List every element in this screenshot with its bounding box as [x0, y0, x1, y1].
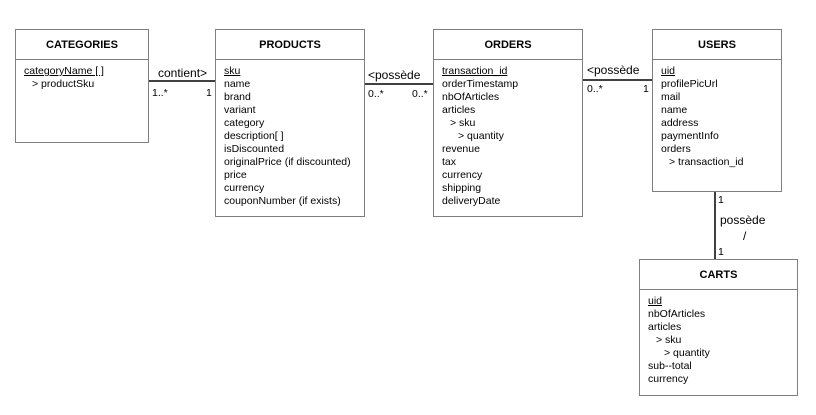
attribute: profilePicUrl: [661, 78, 718, 90]
attribute: originalPrice (if discounted): [224, 156, 351, 168]
entity-title: CARTS: [640, 260, 797, 290]
attribute: > sku: [450, 117, 476, 129]
attribute-list: transaction_id orderTimestamp nbOfArticles…: [434, 60, 582, 208]
attribute: name: [661, 104, 688, 116]
relation-label-contient: contient>: [158, 66, 208, 80]
attribute: nbOfArticles: [648, 308, 706, 320]
attribute: tax: [442, 156, 457, 168]
attribute: price: [224, 169, 247, 181]
entity-title: ORDERS: [434, 30, 582, 60]
multiplicity-categories-side: 1..*: [152, 87, 168, 99]
primary-key-attribute: transaction_id: [442, 65, 508, 77]
attribute: currency: [224, 182, 265, 194]
entity-orders: ORDERS transaction_id orderTimestamp nbOfA…: [433, 29, 583, 217]
multiplicity-products-orders-right: 0..*: [412, 88, 428, 100]
attribute: description[ ]: [224, 130, 284, 142]
attribute: address: [661, 117, 699, 129]
attribute: orders: [661, 143, 691, 155]
attribute: category: [224, 117, 265, 129]
multiplicity-users-carts-top: 1: [718, 194, 724, 206]
entity-categories: CATEGORIES categoryName [ ] > productSku: [15, 29, 149, 143]
attribute-list: uid nbOfArticles articles > sku > quantity su…: [640, 290, 797, 386]
multiplicity-users-side: 1: [643, 83, 649, 95]
primary-key-attribute: categoryName [ ]: [24, 65, 104, 77]
entity-title: CATEGORIES: [16, 30, 148, 60]
attribute: shipping: [442, 182, 482, 194]
primary-key-attribute: uid: [661, 65, 676, 77]
entity-users: USERS uid profilePicUrl mail name address pay…: [652, 29, 782, 192]
entity-products: PRODUCTS sku name brand variant category desc…: [215, 29, 365, 217]
attribute: mail: [661, 91, 681, 103]
relation-label-possede-carts: possède: [720, 213, 766, 227]
attribute: name: [224, 78, 251, 90]
attribute: sub--total: [648, 360, 692, 372]
attribute: articles: [648, 321, 682, 333]
attribute: revenue: [442, 143, 480, 155]
attribute: articles: [442, 104, 476, 116]
attribute: > quantity: [458, 130, 504, 142]
entity-carts: CARTS uid nbOfArticles articles > sku > quan…: [639, 259, 798, 396]
relation-label-slash: /: [743, 229, 747, 243]
attribute: isDiscounted: [224, 143, 285, 155]
relation-label-possede-orders: <possède: [368, 68, 421, 82]
primary-key-attribute: sku: [224, 65, 241, 77]
entity-title: PRODUCTS: [216, 30, 364, 60]
attribute: orderTimestamp: [442, 78, 519, 90]
entity-title: USERS: [653, 30, 781, 60]
attribute: paymentInfo: [661, 130, 719, 142]
multiplicity-users-carts-bottom: 1: [718, 246, 724, 258]
multiplicity-products-orders-left: 0..*: [368, 88, 384, 100]
attribute: currency: [648, 373, 689, 385]
attribute-list: uid profilePicUrl mail name address paymentIn…: [653, 60, 781, 169]
uml-diagram: CATEGORIES categoryName [ ] > productSku …: [0, 0, 816, 415]
relation-label-possede-users: <possède: [587, 63, 640, 77]
attribute: currency: [442, 169, 483, 181]
attribute: > productSku: [32, 78, 95, 90]
attribute: > sku: [656, 334, 682, 346]
attribute: > transaction_id: [669, 156, 744, 168]
multiplicity-products-side: 1: [206, 87, 212, 99]
attribute: nbOfArticles: [442, 91, 500, 103]
attribute-list: categoryName [ ] > productSku: [16, 60, 148, 91]
attribute: couponNumber (if exists): [224, 195, 341, 207]
attribute: > quantity: [664, 347, 710, 359]
primary-key-attribute: uid: [648, 295, 663, 307]
multiplicity-orders-side: 0..*: [587, 83, 603, 95]
attribute-list: sku name brand variant category description[ …: [216, 60, 364, 208]
attribute: variant: [224, 104, 256, 116]
attribute: brand: [224, 91, 251, 103]
attribute: deliveryDate: [442, 195, 501, 207]
